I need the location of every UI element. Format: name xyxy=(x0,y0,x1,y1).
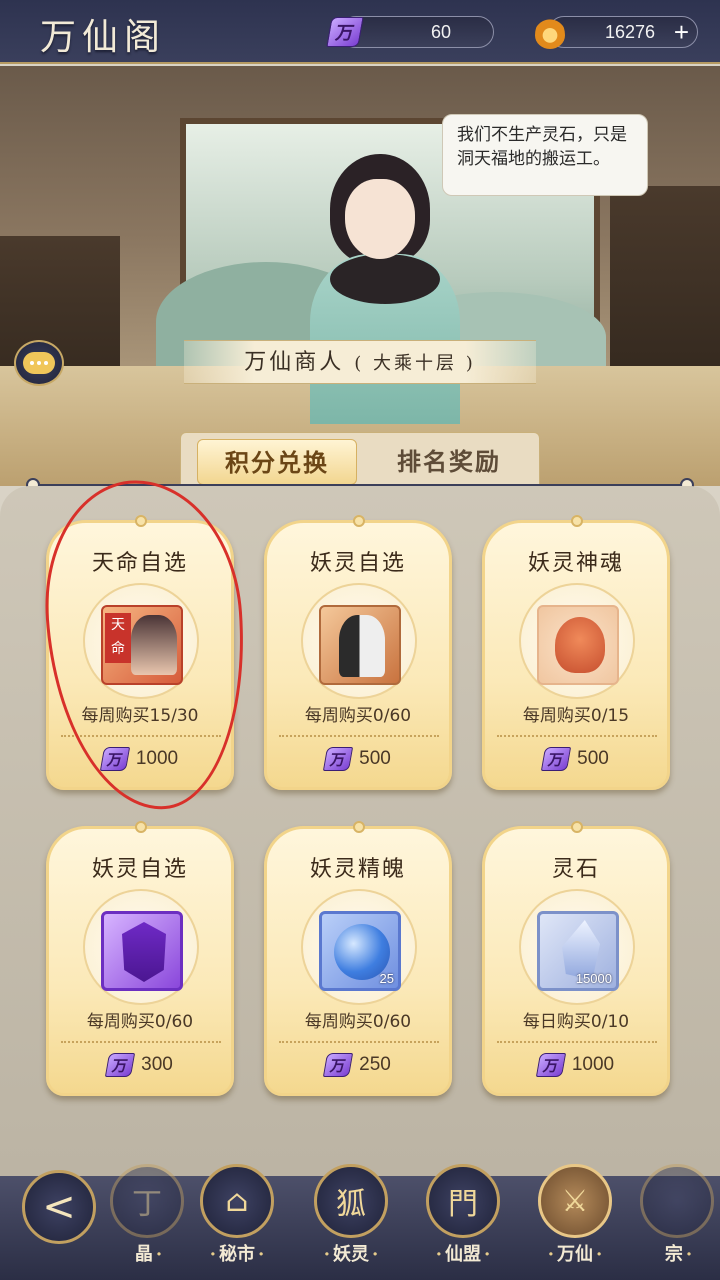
crossed-swords-icon: ⚔ xyxy=(538,1164,612,1238)
price-value: 500 xyxy=(359,748,391,769)
merchant-name: 万仙商人 xyxy=(244,350,345,375)
purchase-limit: 每日购买0/10 xyxy=(522,1012,630,1032)
price-value: 300 xyxy=(141,1054,173,1075)
yaoling-portrait-icon xyxy=(319,605,401,685)
purple-crystal-icon xyxy=(101,911,183,991)
spirit-stone-value: 16276 xyxy=(605,22,656,42)
spirit-stone-icon: 15000 xyxy=(537,911,619,991)
purchase-limit: 每周购买0/60 xyxy=(304,706,412,726)
points-balance: 万 60 xyxy=(326,16,494,48)
item-price: 万 500 xyxy=(485,747,667,771)
sect-nav-icon xyxy=(640,1164,714,1238)
points-currency-icon: 万 xyxy=(323,747,354,771)
points-currency-icon: 万 xyxy=(535,1053,566,1077)
item-name: 妖灵自选 xyxy=(91,857,188,882)
blue-orb-icon: 25 xyxy=(319,911,401,991)
item-price: 万 500 xyxy=(267,747,449,771)
item-price: 万 1000 xyxy=(485,1053,667,1077)
purchase-limit: 每周购买0/60 xyxy=(86,1012,194,1032)
shop-tabs: 积分兑换 排名奖励 xyxy=(180,432,540,486)
points-value: 60 xyxy=(431,22,452,42)
points-currency-icon: 万 xyxy=(323,1053,354,1077)
nav-label: 晶 xyxy=(104,1240,190,1266)
points-currency-icon: 万 xyxy=(105,1053,136,1077)
spirit-stone-balance: 16276 + xyxy=(535,15,698,49)
back-arrow-icon[interactable]: < xyxy=(22,1170,96,1244)
shop-item-card[interactable]: 灵石 15000 每日购买0/10 万 1000 xyxy=(482,821,670,1096)
nav-item-crystal[interactable]: 丁 晶 xyxy=(104,1164,190,1274)
nav-label: 妖灵 xyxy=(308,1240,394,1266)
item-quantity: 25 xyxy=(379,971,394,986)
price-value: 1000 xyxy=(571,1054,615,1075)
merchant-rank: ( 大乘十层 ) xyxy=(354,353,476,374)
spirit-stone-currency-icon xyxy=(535,15,565,49)
points-currency-icon: 万 xyxy=(541,747,572,771)
nav-item-yaoling[interactable]: 狐 妖灵 xyxy=(308,1164,394,1274)
item-price: 万 300 xyxy=(49,1053,231,1077)
shop-item-card[interactable]: 妖灵自选 每周购买0/60 万 500 xyxy=(264,515,452,790)
top-bar: 万仙阁 万 60 16276 + xyxy=(0,0,720,64)
chat-button[interactable] xyxy=(14,340,64,386)
spirit-fox-icon xyxy=(537,605,619,685)
alliance-gate-icon: 門 xyxy=(426,1164,500,1238)
chat-bubble-icon xyxy=(23,352,55,374)
shop-item-card[interactable]: 妖灵自选 每周购买0/60 万 300 xyxy=(46,821,234,1096)
item-name: 妖灵神魂 xyxy=(527,551,624,576)
item-name: 妖灵自选 xyxy=(309,551,406,576)
nav-item-wanxian[interactable]: ⚔ 万仙 xyxy=(532,1164,618,1274)
nav-label: 宗 xyxy=(634,1240,720,1266)
nav-item-sect[interactable]: 宗 xyxy=(634,1164,720,1274)
tab-ranking-rewards[interactable]: 排名奖励 xyxy=(369,439,529,485)
add-currency-button[interactable]: + xyxy=(674,18,689,46)
nav-label: 仙盟 xyxy=(420,1240,506,1266)
fox-icon: 狐 xyxy=(314,1164,388,1238)
points-currency-icon: 万 xyxy=(326,17,364,47)
nav-item-alliance[interactable]: 門 仙盟 xyxy=(420,1164,506,1274)
nav-label: 万仙 xyxy=(532,1240,618,1266)
nav-label: 秘市 xyxy=(194,1240,280,1266)
price-value: 250 xyxy=(359,1054,391,1075)
page-title: 万仙阁 xyxy=(40,17,167,58)
item-name: 妖灵精魄 xyxy=(309,857,406,882)
shop-item-card[interactable]: 妖灵神魂 每周购买0/15 万 500 xyxy=(482,515,670,790)
item-price: 万 250 xyxy=(267,1053,449,1077)
shop-item-card[interactable]: 妖灵精魄 25 每周购买0/60 万 250 xyxy=(264,821,452,1096)
crystal-nav-icon: 丁 xyxy=(110,1164,184,1238)
item-name: 灵石 xyxy=(551,857,600,882)
purchase-limit: 每周购买0/15 xyxy=(522,706,630,726)
item-quantity: 15000 xyxy=(575,971,612,986)
nav-item-secret-market[interactable]: ⌂ 秘市 xyxy=(194,1164,280,1274)
market-gate-icon: ⌂ xyxy=(200,1164,274,1238)
tab-points-exchange[interactable]: 积分兑换 xyxy=(197,439,357,485)
price-value: 500 xyxy=(577,748,609,769)
merchant-name-plate: 万仙商人 ( 大乘十层 ) xyxy=(184,340,536,384)
merchant-speech-bubble: 我们不生产灵石，只是洞天福地的搬运工。 xyxy=(442,114,648,196)
purchase-limit: 每周购买0/60 xyxy=(304,1012,412,1032)
